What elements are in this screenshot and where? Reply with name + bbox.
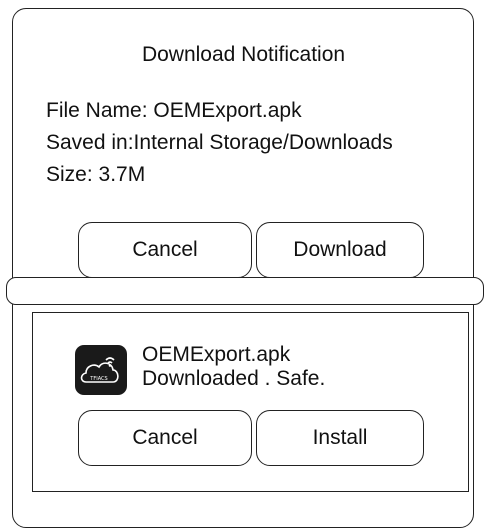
notification-shade-handle[interactable]	[6, 277, 484, 305]
cloud-wifi-icon: TFIACS	[75, 345, 127, 395]
saved-location-text: Saved in:Internal Storage/Downloads	[46, 131, 393, 154]
app-icon-label: TFIACS	[89, 376, 107, 382]
dialog-cancel-button[interactable]: Cancel	[78, 222, 252, 278]
download-button[interactable]: Download	[256, 222, 424, 278]
notification-status: Downloaded . Safe.	[142, 367, 326, 390]
notification-cancel-button[interactable]: Cancel	[78, 410, 252, 466]
dialog-title: Download Notification	[141, 43, 346, 66]
file-name-text: File Name: OEMExport.apk	[46, 99, 302, 122]
notification-file-name: OEMExport.apk	[142, 343, 291, 366]
file-size-text: Size: 3.7M	[46, 163, 146, 186]
install-button[interactable]: Install	[256, 410, 424, 466]
